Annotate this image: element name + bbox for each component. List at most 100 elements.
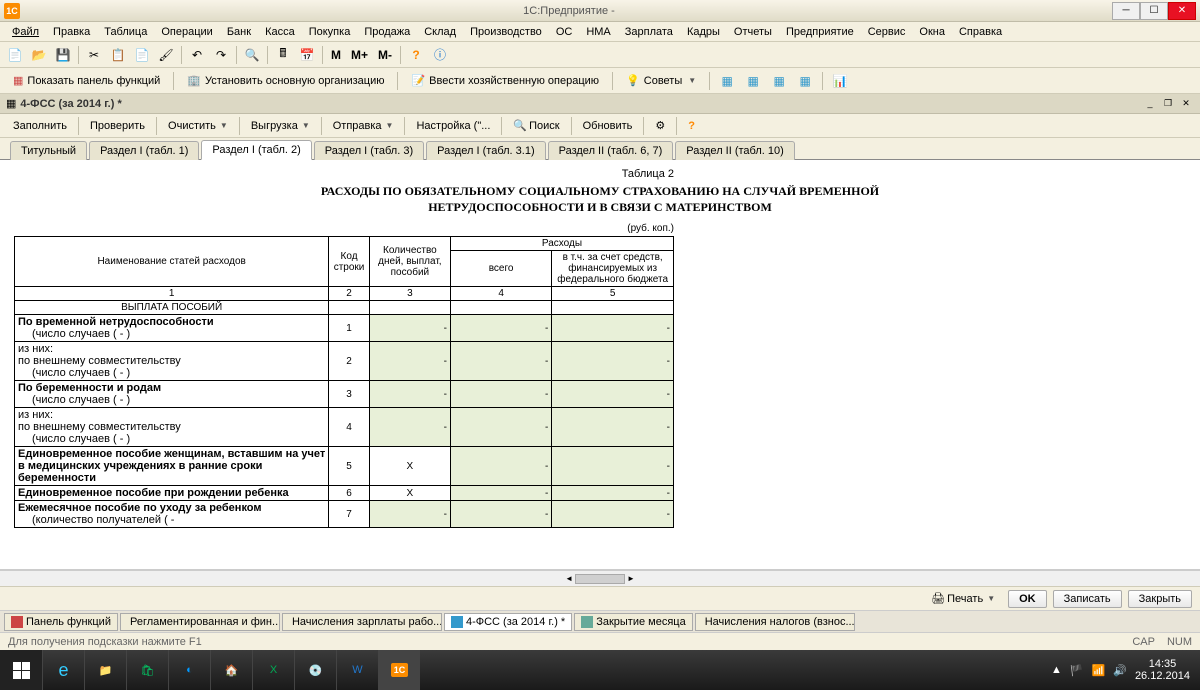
input-total-6[interactable]: - — [450, 486, 551, 501]
menu-operations[interactable]: Операции — [155, 24, 218, 40]
menu-file[interactable]: Файл — [6, 24, 45, 40]
menu-cash[interactable]: Касса — [259, 24, 301, 40]
grid3-icon[interactable]: ▦ — [768, 70, 790, 92]
menu-nma[interactable]: НМА — [580, 24, 616, 40]
tab-section1-t31[interactable]: Раздел I (табл. 3.1) — [426, 141, 546, 160]
check-button[interactable]: Проверить — [83, 117, 152, 135]
tab-section2-t10[interactable]: Раздел II (табл. 10) — [675, 141, 795, 160]
menu-help[interactable]: Справка — [953, 24, 1008, 40]
input-total-7[interactable]: - — [450, 501, 551, 528]
send-button[interactable]: Отправка▼ — [326, 117, 401, 135]
copy-icon[interactable]: 📋 — [107, 44, 129, 66]
calendar-icon[interactable]: 📅 — [296, 44, 318, 66]
task-word[interactable]: W — [336, 650, 378, 690]
btab-reg[interactable]: Регламентированная и фин... — [120, 613, 280, 631]
new-icon[interactable]: 📄 — [4, 44, 26, 66]
tray-clock[interactable]: 14:35 26.12.2014 — [1135, 658, 1190, 682]
input-total-3[interactable]: - — [450, 381, 551, 408]
input-total-1[interactable]: - — [450, 315, 551, 342]
input-fed-7[interactable]: - — [552, 501, 674, 528]
grid1-icon[interactable]: ▦ — [716, 70, 738, 92]
search-button[interactable]: 🔍Поиск — [506, 116, 566, 135]
brush-icon[interactable]: 🖌 — [155, 44, 177, 66]
start-button[interactable] — [0, 650, 42, 690]
m-plus-button[interactable]: M+ — [347, 44, 372, 66]
splitter-bar[interactable]: ◄► — [0, 570, 1200, 586]
tab-section1-t2[interactable]: Раздел I (табл. 2) — [201, 140, 311, 160]
task-store[interactable]: 🛍 — [126, 650, 168, 690]
task-app1[interactable]: 🏠 — [210, 650, 252, 690]
m-button[interactable]: M — [327, 44, 345, 66]
input-days-1[interactable]: - — [369, 315, 450, 342]
menu-edit[interactable]: Правка — [47, 24, 96, 40]
btab-close-month[interactable]: Закрытие месяца — [574, 613, 693, 631]
cut-icon[interactable]: ✂ — [83, 44, 105, 66]
task-excel[interactable]: X — [252, 650, 294, 690]
task-app2[interactable]: 💿 — [294, 650, 336, 690]
show-panel-button[interactable]: ▦Показать панель функций — [6, 71, 167, 90]
task-teamviewer[interactable]: ◐ — [168, 650, 210, 690]
setup-button[interactable]: Настройка ("... — [409, 117, 497, 135]
tab-section1-t3[interactable]: Раздел I (табл. 3) — [314, 141, 424, 160]
ok-button[interactable]: OK — [1008, 590, 1047, 608]
input-days-7[interactable]: - — [369, 501, 450, 528]
task-explorer[interactable]: 📁 — [84, 650, 126, 690]
menu-bank[interactable]: Банк — [221, 24, 257, 40]
input-fed-2[interactable]: - — [552, 342, 674, 381]
menu-stock[interactable]: Склад — [418, 24, 462, 40]
grid4-icon[interactable]: ▦ — [794, 70, 816, 92]
tips-button[interactable]: 💡Советы▼ — [619, 71, 703, 90]
save-button[interactable]: Записать — [1053, 590, 1122, 608]
undo-icon[interactable]: ↶ — [186, 44, 208, 66]
set-org-button[interactable]: 🏢Установить основную организацию — [180, 71, 391, 90]
input-total-4[interactable]: - — [450, 408, 551, 447]
print-button[interactable]: 🖨Печать▼ — [924, 589, 1002, 608]
menu-sale[interactable]: Продажа — [358, 24, 416, 40]
menu-os[interactable]: ОС — [550, 24, 579, 40]
menu-enterprise[interactable]: Предприятие — [780, 24, 860, 40]
btab-salary[interactable]: Начисления зарплаты рабо... — [282, 613, 442, 631]
doc-minimize-button[interactable]: _ — [1142, 97, 1158, 111]
tab-section2-t67[interactable]: Раздел II (табл. 6, 7) — [548, 141, 674, 160]
save-icon[interactable]: 💾 — [52, 44, 74, 66]
menu-staff[interactable]: Кадры — [681, 24, 726, 40]
redo-icon[interactable]: ↷ — [210, 44, 232, 66]
info-icon[interactable]: ⓘ — [429, 44, 451, 66]
input-total-2[interactable]: - — [450, 342, 551, 381]
input-days-2[interactable]: - — [369, 342, 450, 381]
btab-taxes[interactable]: Начисления налогов (взнос... — [695, 613, 855, 631]
fill-button[interactable]: Заполнить — [6, 117, 74, 135]
paste-icon[interactable]: 📄 — [131, 44, 153, 66]
help-icon[interactable]: ? — [405, 44, 427, 66]
tab-title[interactable]: Титульный — [10, 141, 87, 160]
open-icon[interactable]: 📂 — [28, 44, 50, 66]
doc-close-button[interactable]: ✕ — [1178, 97, 1194, 111]
input-fed-5[interactable]: - — [552, 447, 674, 486]
find-icon[interactable]: 🔍 — [241, 44, 263, 66]
chart-icon[interactable]: 📊 — [829, 70, 851, 92]
input-days-3[interactable]: - — [369, 381, 450, 408]
input-days-4[interactable]: - — [369, 408, 450, 447]
calc-icon[interactable]: 🖩 — [272, 44, 294, 66]
menu-production[interactable]: Производство — [464, 24, 548, 40]
enter-operation-button[interactable]: 📝Ввести хозяйственную операцию — [404, 71, 606, 90]
refresh-button[interactable]: Обновить — [576, 117, 640, 135]
maximize-button[interactable]: ☐ — [1140, 2, 1168, 20]
menu-purchase[interactable]: Покупка — [303, 24, 357, 40]
input-total-5[interactable]: - — [450, 447, 551, 486]
task-1c[interactable]: 1C — [378, 650, 420, 690]
input-fed-6[interactable]: - — [552, 486, 674, 501]
clear-button[interactable]: Очистить▼ — [161, 117, 235, 135]
export-button[interactable]: Выгрузка▼ — [244, 117, 317, 135]
m-minus-button[interactable]: M- — [374, 44, 396, 66]
tab-section1-t1[interactable]: Раздел I (табл. 1) — [89, 141, 199, 160]
task-ie[interactable]: e — [42, 650, 84, 690]
grid2-icon[interactable]: ▦ — [742, 70, 764, 92]
menu-table[interactable]: Таблица — [98, 24, 153, 40]
input-fed-1[interactable]: - — [552, 315, 674, 342]
menu-reports[interactable]: Отчеты — [728, 24, 778, 40]
btab-4fss[interactable]: 4-ФСС (за 2014 г.) * — [444, 613, 572, 631]
input-fed-3[interactable]: - — [552, 381, 674, 408]
settings-icon[interactable]: ⚙ — [648, 116, 672, 135]
doc-restore-button[interactable]: ❐ — [1160, 97, 1176, 111]
